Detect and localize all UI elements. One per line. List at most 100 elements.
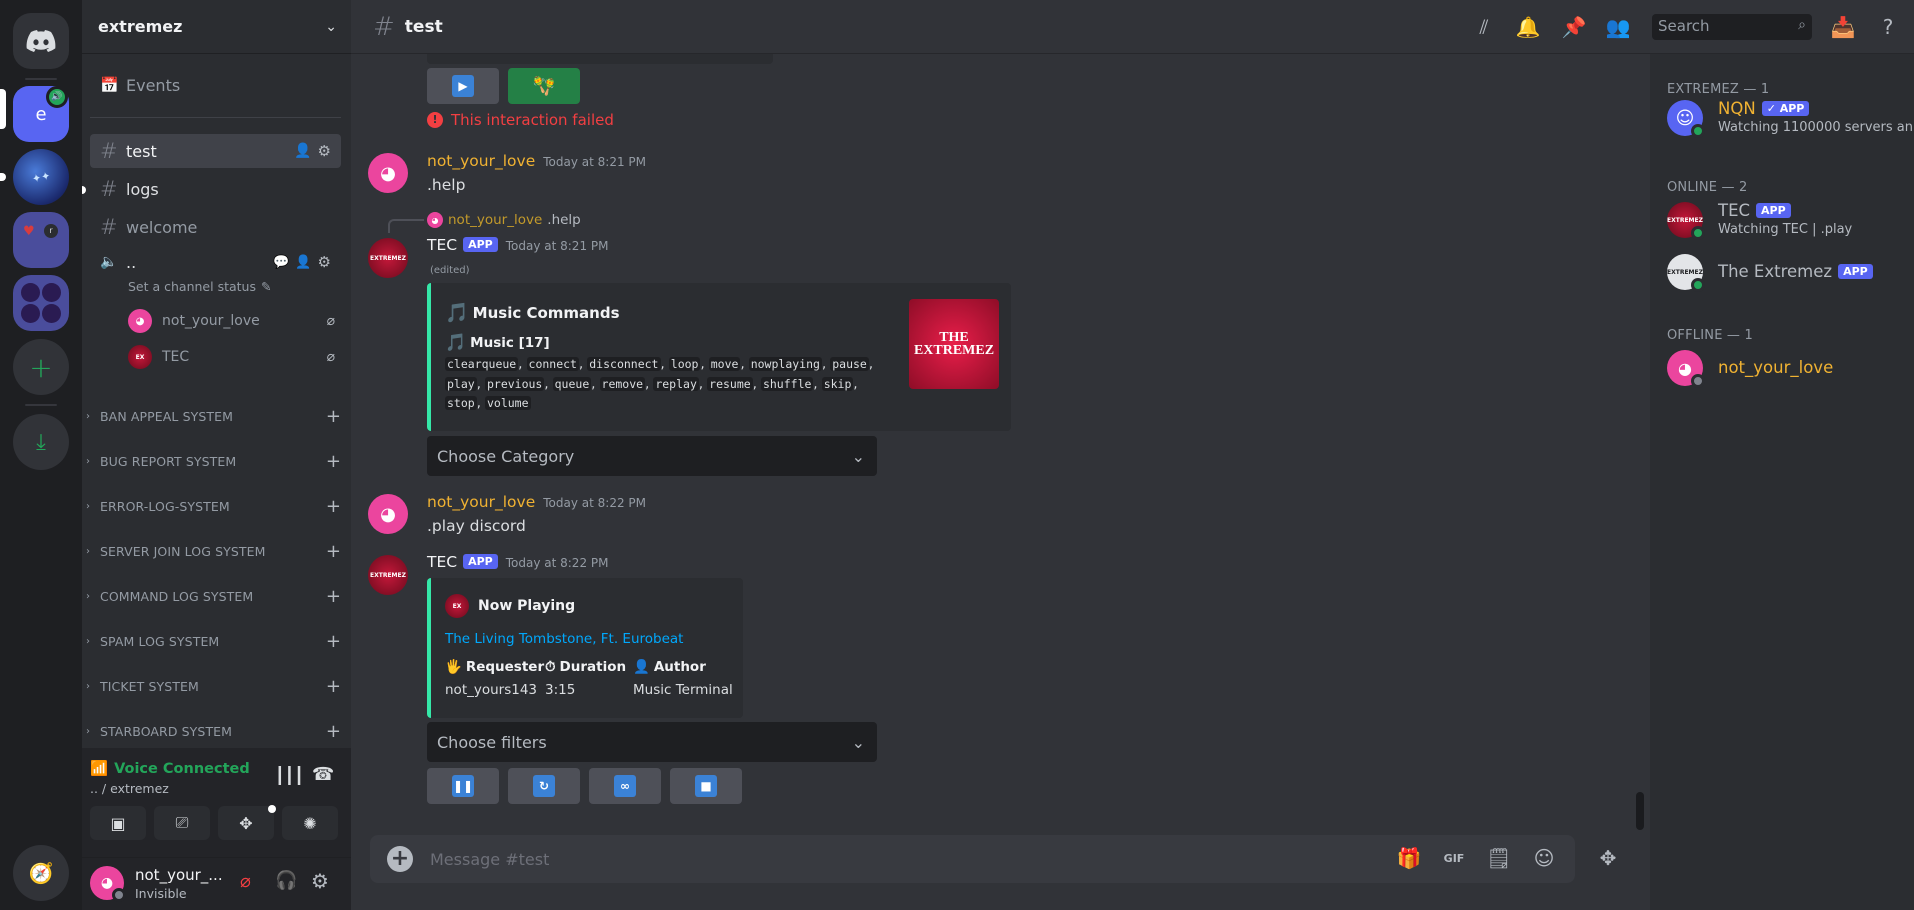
sticker-icon[interactable]: 🗒 bbox=[1485, 846, 1513, 872]
avatar[interactable]: ◕ bbox=[368, 153, 408, 193]
track-link[interactable]: The Living Tombstone, Ft. Eurobeat bbox=[445, 631, 683, 647]
noise-suppression-icon[interactable]: ┃┃┃ bbox=[275, 766, 304, 785]
message-header: not_your_love Today at 8:22 PM bbox=[427, 493, 646, 511]
channel-logs[interactable]: # logs bbox=[90, 172, 341, 206]
chevron-right-icon: › bbox=[86, 545, 91, 557]
member-name: TEC APP bbox=[1718, 201, 1791, 220]
stop-button[interactable]: ■ bbox=[670, 768, 742, 804]
category[interactable]: › COMMAND LOG SYSTEM + bbox=[86, 583, 341, 609]
emoji-icon[interactable]: ☺ bbox=[1530, 846, 1558, 872]
category[interactable]: › BAN APPEAL SYSTEM + bbox=[86, 403, 341, 429]
category[interactable]: › TICKET SYSTEM + bbox=[86, 673, 341, 699]
gift-icon[interactable]: 🎁 bbox=[1395, 846, 1423, 872]
avatar[interactable]: ◕ bbox=[368, 494, 408, 534]
voice-subtitle[interactable]: .. / extremez bbox=[90, 781, 169, 796]
gear-icon[interactable]: ⚙ bbox=[318, 253, 331, 271]
search-input[interactable]: Search ⌕ bbox=[1652, 14, 1812, 40]
gif-icon[interactable]: GIF bbox=[1440, 846, 1468, 872]
attach-button[interactable]: + bbox=[387, 846, 413, 872]
disconnect-icon[interactable]: ☎ bbox=[312, 764, 334, 785]
channel-test[interactable]: # test 👤 ⚙ bbox=[90, 134, 341, 168]
bell-icon[interactable]: 🔔 bbox=[1515, 14, 1541, 40]
category[interactable]: › BUG REPORT SYSTEM + bbox=[86, 448, 341, 474]
signal-icon: 📶 bbox=[90, 761, 109, 777]
channel-title: test bbox=[404, 16, 443, 37]
deafen-button[interactable]: 🎧 bbox=[275, 870, 297, 891]
author-name[interactable]: not_your_love bbox=[427, 493, 535, 511]
unread-dot bbox=[82, 186, 86, 194]
threads-icon[interactable]: ⫽ bbox=[1471, 14, 1497, 40]
filters-select[interactable]: Choose filters ⌄ bbox=[427, 722, 877, 762]
events-item[interactable]: 📅 Events bbox=[90, 68, 341, 102]
chat-scrollbar[interactable] bbox=[1636, 792, 1644, 830]
add-member-icon[interactable]: 👤 bbox=[295, 255, 311, 270]
plus-icon[interactable]: + bbox=[326, 451, 341, 472]
category-label: SERVER JOIN LOG SYSTEM bbox=[100, 543, 266, 559]
reply-preview[interactable]: ◕ not_your_love .help bbox=[427, 212, 581, 228]
category[interactable]: › ERROR-LOG-SYSTEM + bbox=[86, 493, 341, 519]
plus-icon[interactable]: + bbox=[326, 586, 341, 607]
screen-share-button[interactable]: ⎚ bbox=[154, 806, 210, 840]
soundboard-button[interactable]: ✺ bbox=[282, 806, 338, 840]
apps-icon[interactable]: ✥ bbox=[1594, 846, 1622, 872]
author-name[interactable]: TEC bbox=[427, 553, 457, 571]
avatar[interactable]: EXTREMEZ bbox=[368, 238, 408, 278]
chevron-right-icon: › bbox=[86, 410, 91, 422]
channel-status[interactable]: Set a channel status ✎ bbox=[128, 279, 271, 294]
help-icon[interactable]: ? bbox=[1875, 14, 1901, 40]
category[interactable]: › SPAM LOG SYSTEM + bbox=[86, 628, 341, 654]
voice-user[interactable]: EX TEC ⌀ bbox=[128, 340, 341, 374]
member-name-text: TEC bbox=[1718, 201, 1751, 220]
channel-welcome[interactable]: # welcome bbox=[90, 210, 341, 244]
add-server-button[interactable]: + bbox=[13, 339, 69, 395]
activities-button[interactable]: ✥ bbox=[218, 806, 274, 840]
server-extremez-logo[interactable]: ✦✦ bbox=[13, 149, 69, 205]
guild-header[interactable]: extremez ⌄ bbox=[82, 0, 351, 54]
gear-icon[interactable]: ⚙ bbox=[318, 142, 331, 160]
plus-icon[interactable]: + bbox=[326, 631, 341, 652]
member-nqn[interactable]: ☺ NQN ✓ APP Watching 1100000 servers an..… bbox=[1667, 96, 1914, 140]
loop-button[interactable]: ∞ bbox=[589, 768, 661, 804]
field-requester: 🖐 Requester bbox=[445, 659, 544, 675]
inbox-icon[interactable]: 📥 bbox=[1830, 14, 1856, 40]
chevron-right-icon: › bbox=[86, 500, 91, 512]
server-folder-2[interactable] bbox=[13, 275, 69, 331]
author-name[interactable]: not_your_love bbox=[427, 152, 535, 170]
member-tec[interactable]: EXTREMEZ TEC APP Watching TEC | .play bbox=[1667, 198, 1907, 242]
user-name[interactable]: not_your_... bbox=[135, 866, 223, 884]
download-apps-button[interactable]: ⤓ bbox=[13, 414, 69, 470]
category[interactable]: › SERVER JOIN LOG SYSTEM + bbox=[86, 538, 341, 564]
members-icon[interactable]: 👥 bbox=[1605, 14, 1631, 40]
maracas-button[interactable]: 🪇 bbox=[508, 68, 580, 104]
plus-icon[interactable]: + bbox=[326, 676, 341, 697]
avatar[interactable]: EXTREMEZ bbox=[368, 555, 408, 595]
camera-button[interactable]: ▣ bbox=[90, 806, 146, 840]
discover-button[interactable]: 🧭 bbox=[13, 845, 69, 901]
command-code: remove bbox=[599, 376, 646, 391]
category[interactable]: › STARBOARD SYSTEM + bbox=[86, 718, 341, 744]
add-member-icon[interactable]: 👤 bbox=[294, 143, 311, 159]
plus-icon[interactable]: + bbox=[326, 496, 341, 517]
pause-button[interactable]: ❚❚ bbox=[427, 768, 499, 804]
member-the-extremez[interactable]: EXTREMEZ The Extremez APP bbox=[1667, 250, 1907, 294]
server-folder[interactable]: ♥ r bbox=[13, 212, 69, 268]
plus-icon[interactable]: + bbox=[326, 406, 341, 427]
replay-button[interactable]: ↻ bbox=[508, 768, 580, 804]
voice-status[interactable]: 📶 Voice Connected bbox=[90, 760, 250, 778]
mute-button[interactable]: ⌀ bbox=[240, 871, 251, 892]
category-label: BUG REPORT SYSTEM bbox=[100, 453, 237, 469]
rail-separator bbox=[25, 78, 57, 80]
plus-icon[interactable]: + bbox=[326, 541, 341, 562]
author-name[interactable]: TEC bbox=[427, 236, 457, 254]
settings-button[interactable]: ⚙ bbox=[311, 869, 329, 893]
voice-user[interactable]: ◕ not_your_love ⌀ bbox=[128, 304, 341, 338]
pin-icon[interactable]: 📌 bbox=[1561, 14, 1587, 40]
category-select[interactable]: Choose Category ⌄ bbox=[427, 436, 877, 476]
home-button[interactable] bbox=[13, 13, 69, 69]
plus-icon[interactable]: + bbox=[326, 721, 341, 742]
play-button[interactable]: ▶ bbox=[427, 68, 499, 104]
voice-channel[interactable]: 🔈 .. 💬 👤 ⚙ bbox=[90, 248, 341, 276]
member-not-your-love[interactable]: ◕ not_your_love bbox=[1667, 346, 1907, 390]
chat-icon[interactable]: 💬 bbox=[273, 255, 289, 270]
embed-thumbnail[interactable]: THE EXTREMEZ bbox=[909, 299, 999, 389]
